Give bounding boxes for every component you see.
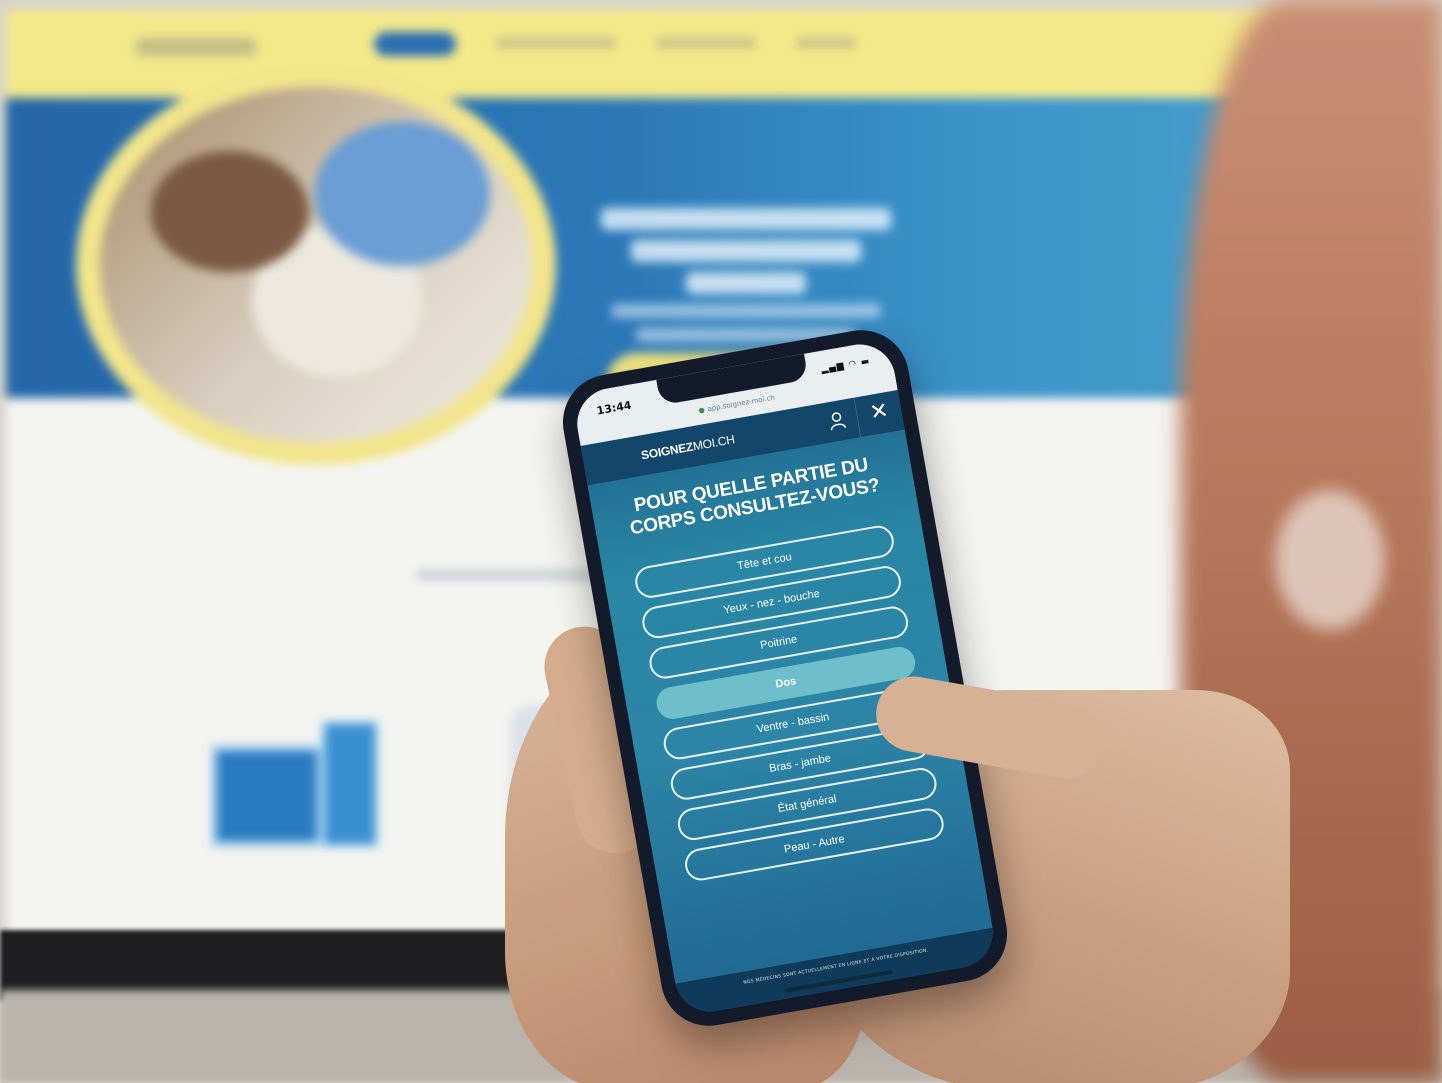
monitor-logo	[136, 38, 256, 56]
monitor-section-caption	[416, 570, 616, 580]
monitor-illustration-computer	[211, 745, 323, 847]
brand-logo: SOIGNEZMOI.CH	[639, 432, 736, 463]
earring	[1275, 490, 1385, 630]
monitor-illustration-phone	[321, 720, 379, 848]
status-time: 13:44	[595, 398, 633, 418]
monitor-nav-link	[496, 38, 616, 48]
monitor-hero-photo	[100, 87, 532, 443]
close-button[interactable]: ✕	[853, 390, 905, 438]
monitor-nav-link	[796, 38, 856, 48]
lock-icon: ●	[697, 405, 706, 415]
monitor-nav-button	[374, 32, 456, 56]
monitor-nav-link	[656, 38, 756, 48]
monitor-hero-image	[76, 65, 556, 465]
user-icon[interactable]	[827, 410, 848, 433]
address-url: app.soignez-moi.ch	[706, 393, 776, 414]
photo-scene: 13:44 ▂▄▆ ◠ ▬ ● app.soignez-moi.ch SOIGNE…	[0, 0, 1442, 1083]
signal-wifi-battery-icon: ▂▄▆ ◠ ▬	[820, 356, 872, 375]
